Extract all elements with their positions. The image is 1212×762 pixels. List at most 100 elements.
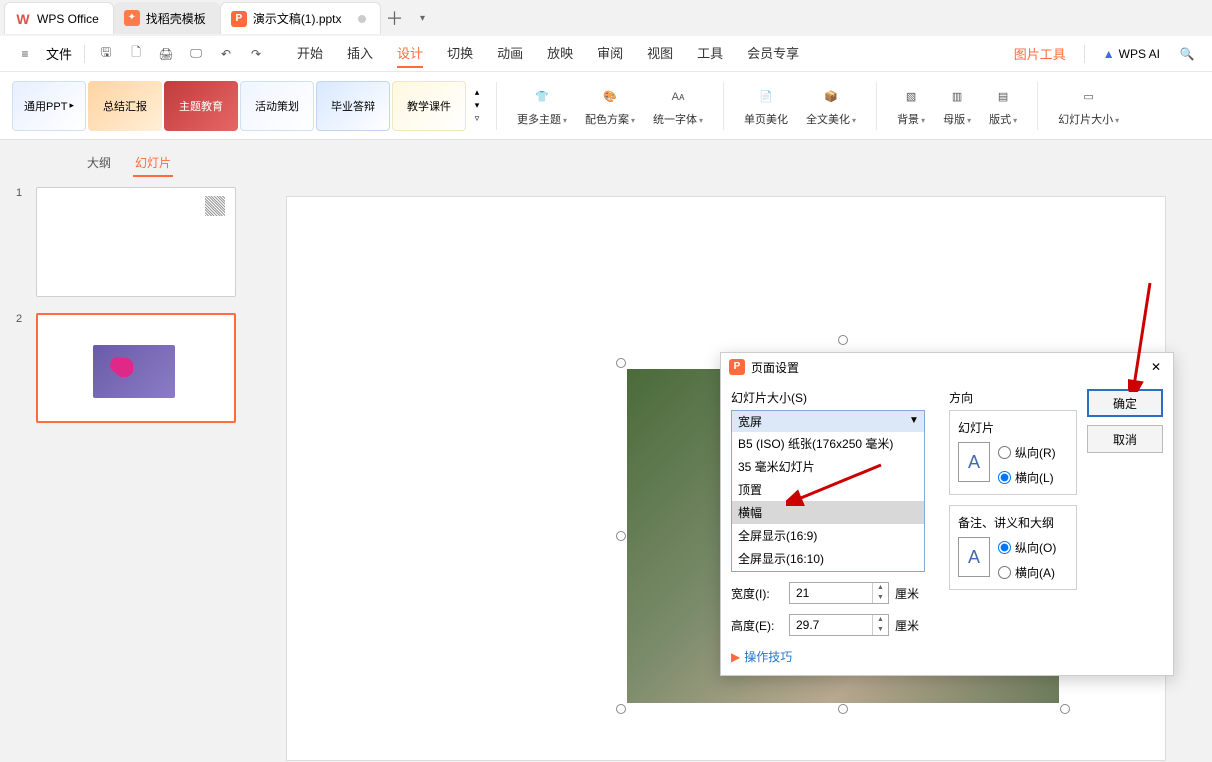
orientation-preview-icon: A xyxy=(958,537,990,577)
radio-portrait-o[interactable]: 纵向(O) xyxy=(998,539,1056,556)
list-item[interactable]: 全屏显示(16:10) xyxy=(732,547,924,570)
full-beautify-button[interactable]: 📦全文美化▾ xyxy=(798,85,864,127)
resize-handle[interactable] xyxy=(838,704,848,714)
slide-item[interactable]: 1 xyxy=(16,187,242,297)
file-menu[interactable]: 文件 xyxy=(46,44,72,63)
tab-review[interactable]: 审阅 xyxy=(597,39,623,68)
dialog-buttons: 确定 取消 xyxy=(1087,389,1163,453)
theme-card-defense[interactable]: 毕业答辩 xyxy=(316,81,390,131)
divider xyxy=(84,45,85,63)
resize-handle[interactable] xyxy=(1060,704,1070,714)
radio-landscape-l[interactable]: 横向(L) xyxy=(998,469,1056,486)
print-icon[interactable]: 🖨 xyxy=(157,45,175,63)
menu-icon[interactable]: ≡ xyxy=(16,45,34,63)
spinner[interactable]: ▲▼ xyxy=(872,615,888,635)
wps-logo-icon: W xyxy=(15,11,31,27)
spinner[interactable]: ▲▼ xyxy=(872,583,888,603)
dialog-right: 方向 幻灯片 A 纵向(R) 横向(L) 备注、讲义和大纲 A 纵向(O) xyxy=(949,389,1077,600)
theme-card-summary[interactable]: 总结汇报 xyxy=(88,81,162,131)
redo-icon[interactable]: ↷ xyxy=(247,45,265,63)
color-scheme-button[interactable]: 🎨配色方案▾ xyxy=(577,85,643,127)
theme-card-education[interactable]: 主题教育 xyxy=(164,81,238,131)
list-item[interactable]: B5 (ISO) 纸张(176x250 毫米) xyxy=(732,432,924,455)
list-item[interactable]: 顶置 xyxy=(732,478,924,501)
list-item[interactable]: 宽屏 xyxy=(732,570,924,572)
divider xyxy=(1084,45,1085,63)
more-themes-button[interactable]: 👕更多主题▾ xyxy=(509,85,575,127)
tab-label: 演示文稿(1).pptx xyxy=(253,10,342,27)
layout-button[interactable]: ▤版式▾ xyxy=(981,85,1025,127)
slide-number: 1 xyxy=(16,187,28,297)
unify-font-button[interactable]: Aᴀ统一字体▾ xyxy=(645,85,711,127)
slide-size-combo[interactable]: 宽屏 ▼ xyxy=(731,410,925,432)
tab-slides[interactable]: 幻灯片 xyxy=(133,150,173,177)
tab-view[interactable]: 视图 xyxy=(647,39,673,68)
ppt-icon: P xyxy=(231,11,247,27)
add-tab-button[interactable]: ＋ xyxy=(381,4,409,32)
theme-card-event[interactable]: 活动策划 xyxy=(240,81,314,131)
slide-thumb-1[interactable] xyxy=(36,187,236,297)
radio-portrait-r[interactable]: 纵向(R) xyxy=(998,444,1056,461)
tab-outline[interactable]: 大纲 xyxy=(85,150,113,177)
radio-landscape-a[interactable]: 横向(A) xyxy=(998,564,1056,581)
search-icon[interactable]: 🔍 xyxy=(1178,45,1196,63)
slide-thumb-2[interactable] xyxy=(36,313,236,423)
qr-icon xyxy=(205,196,225,216)
tab-menu-button[interactable]: ▾ xyxy=(409,4,437,32)
height-unit: 厘米 xyxy=(895,617,919,634)
rotate-handle[interactable] xyxy=(838,335,848,345)
tab-slideshow[interactable]: 放映 xyxy=(547,39,573,68)
tips-link[interactable]: ▶ 操作技巧 xyxy=(731,648,939,665)
tab-current-doc[interactable]: P 演示文稿(1).pptx xyxy=(220,2,381,34)
slide-item[interactable]: 2 xyxy=(16,313,242,423)
resize-handle[interactable] xyxy=(616,358,626,368)
page-beautify-button[interactable]: 📄单页美化 xyxy=(736,85,796,127)
ok-button[interactable]: 确定 xyxy=(1087,389,1163,417)
master-button[interactable]: ▥母版▾ xyxy=(935,85,979,127)
cancel-button[interactable]: 取消 xyxy=(1087,425,1163,453)
tab-animation[interactable]: 动画 xyxy=(497,39,523,68)
tab-template[interactable]: ✦ 找稻壳模板 xyxy=(114,2,220,34)
close-tab-icon[interactable] xyxy=(358,15,366,23)
chevron-down-icon[interactable]: ▼ xyxy=(906,413,922,429)
tab-insert[interactable]: 插入 xyxy=(347,39,373,68)
resize-handle[interactable] xyxy=(616,531,626,541)
page-setup-dialog: P 页面设置 ✕ 幻灯片大小(S) 宽屏 ▼ B5 (ISO) 纸张(176x2… xyxy=(720,352,1174,676)
tab-tools[interactable]: 工具 xyxy=(697,39,723,68)
dialog-body: 幻灯片大小(S) 宽屏 ▼ B5 (ISO) 纸张(176x250 毫米) 35… xyxy=(721,381,1173,675)
new-icon[interactable]: 🗋 xyxy=(127,45,145,63)
tab-member[interactable]: 会员专享 xyxy=(747,39,799,68)
list-item[interactable]: 35 毫米幻灯片 xyxy=(732,455,924,478)
combo-value: 宽屏 xyxy=(732,411,924,432)
preview-icon[interactable]: 🖵 xyxy=(187,45,205,63)
save-icon[interactable]: 🖫 xyxy=(97,45,115,63)
main-toolbar: ≡ 文件 🖫 🗋 🖨 🖵 ↶ ↷ 开始 插入 设计 切换 动画 放映 审阅 视图… xyxy=(0,36,1212,72)
undo-icon[interactable]: ↶ xyxy=(217,45,235,63)
slide-size-button[interactable]: ▭幻灯片大小▾ xyxy=(1050,85,1127,127)
tab-start[interactable]: 开始 xyxy=(297,39,323,68)
dialog-titlebar[interactable]: P 页面设置 ✕ xyxy=(721,353,1173,381)
wps-ai-label: WPS AI xyxy=(1119,47,1160,61)
picture-tools[interactable]: 图片工具 xyxy=(1014,44,1066,63)
width-label: 宽度(I): xyxy=(731,585,783,602)
master-icon: ▥ xyxy=(945,85,969,109)
tab-design[interactable]: 设计 xyxy=(397,39,423,68)
dialog-title: 页面设置 xyxy=(751,359,799,376)
wps-ai-button[interactable]: ▲ WPS AI xyxy=(1103,47,1160,61)
divider xyxy=(1037,82,1038,130)
list-item-selected[interactable]: 横幅 xyxy=(732,501,924,524)
resize-handle[interactable] xyxy=(616,704,626,714)
full-beautify-icon: 📦 xyxy=(819,85,843,109)
background-button[interactable]: ▧背景▾ xyxy=(889,85,933,127)
theme-card-general[interactable]: 通用PPT▸ xyxy=(12,81,86,131)
list-item[interactable]: 全屏显示(16:9) xyxy=(732,524,924,547)
slide-orientation-group: 幻灯片 A 纵向(R) 横向(L) xyxy=(949,410,1077,495)
divider xyxy=(723,82,724,130)
close-button[interactable]: ✕ xyxy=(1147,358,1165,376)
theme-card-teaching[interactable]: 教学课件 xyxy=(392,81,466,131)
tab-wps-office[interactable]: W WPS Office xyxy=(4,2,114,34)
flower-image-icon xyxy=(93,345,175,398)
notes-orientation-group: 备注、讲义和大纲 A 纵向(O) 横向(A) xyxy=(949,505,1077,590)
tab-transition[interactable]: 切换 xyxy=(447,39,473,68)
theme-scroll[interactable]: ▴▾▿ xyxy=(470,81,484,131)
